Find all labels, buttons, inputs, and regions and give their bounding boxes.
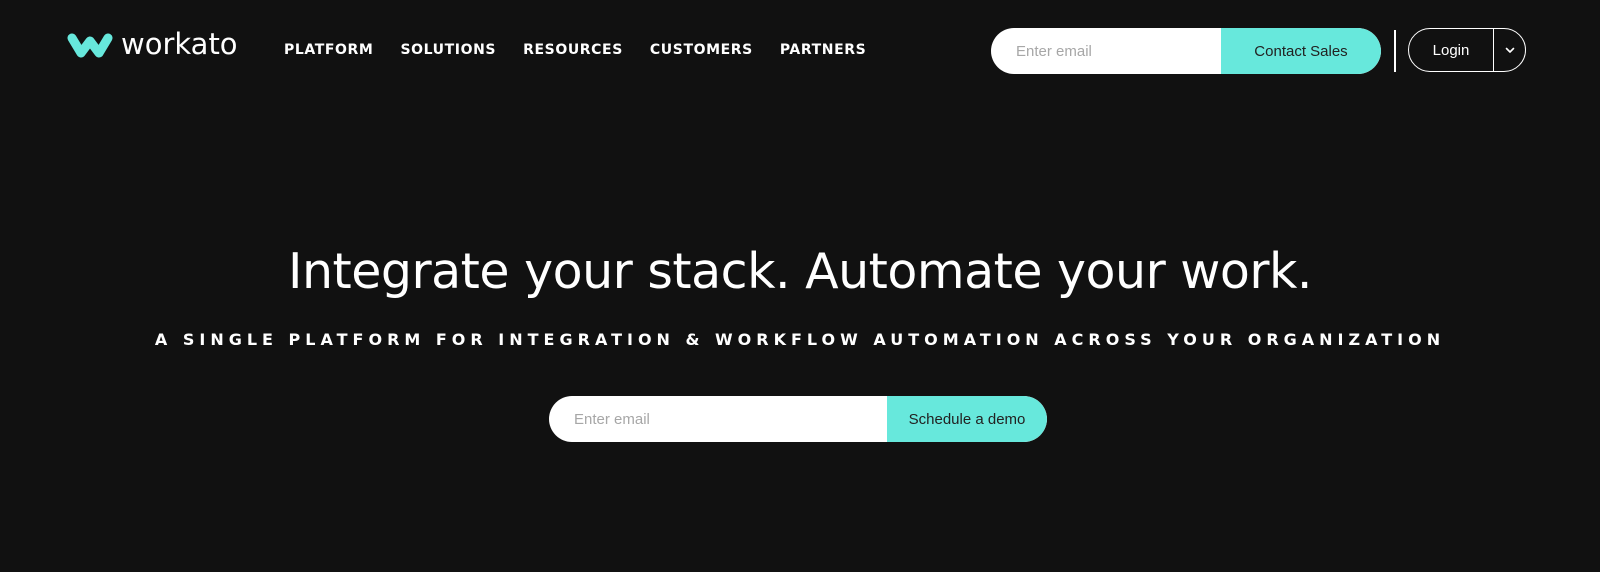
login-button[interactable]: Login xyxy=(1409,29,1493,71)
nav-item-resources[interactable]: RESOURCES xyxy=(523,40,623,60)
header-contact-form: Contact Sales xyxy=(991,28,1381,74)
header-email-input[interactable] xyxy=(991,28,1221,74)
nav-item-customers[interactable]: CUSTOMERS xyxy=(650,40,753,60)
workato-logo[interactable]: workato xyxy=(67,27,238,62)
workato-logo-icon xyxy=(67,33,113,58)
nav-item-solutions[interactable]: SOLUTIONS xyxy=(400,40,496,60)
hero-subtitle: A SINGLE PLATFORM FOR INTEGRATION & WORK… xyxy=(154,330,1446,349)
hero-title: Integrate your stack. Automate your work… xyxy=(288,243,1312,300)
logo-wordmark: workato xyxy=(121,27,238,61)
chevron-down-icon xyxy=(1505,47,1514,53)
main-nav: PLATFORM SOLUTIONS RESOURCES CUSTOMERS P… xyxy=(284,40,893,60)
site-header: workato PLATFORM SOLUTIONS RESOURCES CUS… xyxy=(0,0,1600,100)
schedule-demo-button[interactable]: Schedule a demo xyxy=(887,396,1047,442)
contact-sales-button[interactable]: Contact Sales xyxy=(1221,28,1381,74)
hero-demo-form: Schedule a demo xyxy=(549,396,1047,442)
nav-item-partners[interactable]: PARTNERS xyxy=(780,40,866,60)
header-divider xyxy=(1394,30,1396,72)
login-group: Login xyxy=(1408,28,1526,72)
hero-email-input[interactable] xyxy=(549,396,887,442)
login-dropdown-toggle[interactable] xyxy=(1494,29,1525,71)
nav-item-platform[interactable]: PLATFORM xyxy=(284,40,373,60)
